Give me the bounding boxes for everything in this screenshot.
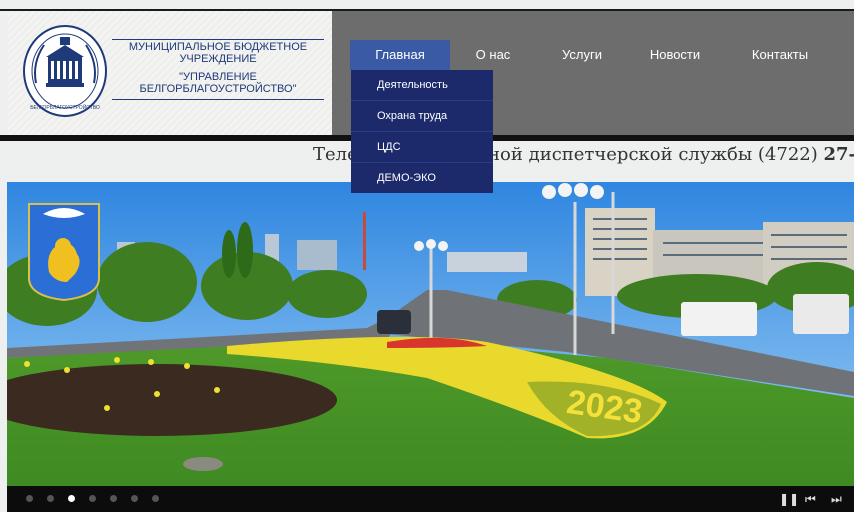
dropdown-item-demo-eco[interactable]: ДЕМО-ЭКО bbox=[351, 163, 493, 193]
org-name-line3: "УПРАВЛЕНИЕ БЕЛГОРБЛАГОУСТРОЙСТВО" bbox=[139, 71, 297, 95]
org-divider-top bbox=[112, 39, 324, 40]
slider-dot-active[interactable] bbox=[68, 495, 75, 502]
slider-dot[interactable] bbox=[131, 495, 138, 502]
phone-number[interactable]: 27-02 bbox=[823, 144, 854, 165]
pause-icon[interactable]: ❚❚ bbox=[779, 491, 799, 507]
slider-dot[interactable] bbox=[26, 495, 33, 502]
logo-panel: БЕЛГОРБЛАГОУСТРОЙСТВО МУНИЦИПАЛЬНОЕ БЮДЖ… bbox=[8, 11, 332, 135]
org-name-line1: МУНИЦИПАЛЬНОЕ БЮДЖЕТНОЕ bbox=[128, 41, 308, 53]
image-slider[interactable]: 2023 ❚❚ ⏮ ⏭ bbox=[7, 182, 854, 512]
next-icon[interactable]: ⏭ bbox=[831, 491, 842, 507]
slider-dot[interactable] bbox=[110, 495, 117, 502]
top-border bbox=[0, 0, 854, 11]
nav-item-services[interactable]: Услуги bbox=[536, 40, 628, 70]
slider-dot[interactable] bbox=[152, 495, 159, 502]
nav-item-news[interactable]: Новости bbox=[628, 40, 722, 70]
dropdown-item-cds[interactable]: ЦДС bbox=[351, 132, 493, 163]
prev-icon[interactable]: ⏮ bbox=[805, 491, 816, 507]
org-name-line2: УЧРЕЖДЕНИЕ bbox=[179, 53, 257, 65]
dropdown-menu: Деятельность Охрана труда ЦДС ДЕМО-ЭКО bbox=[351, 70, 493, 193]
dropdown-item-activity[interactable]: Деятельность bbox=[351, 70, 493, 101]
slider-controls: ❚❚ ⏮ ⏭ bbox=[7, 486, 854, 512]
slide-image: 2023 bbox=[7, 182, 854, 486]
slider-dots bbox=[26, 495, 159, 502]
dropdown-item-labor-safety[interactable]: Охрана труда bbox=[351, 101, 493, 132]
organization-name: МУНИЦИПАЛЬНОЕ БЮДЖЕТНОЕ УЧРЕЖДЕНИЕ "УПРА… bbox=[112, 41, 324, 95]
emblem-ring-text: БЕЛГОРБЛАГОУСТРОЙСТВО bbox=[30, 103, 100, 111]
nav-item-contacts[interactable]: Контакты bbox=[722, 40, 838, 70]
slider-dot[interactable] bbox=[47, 495, 54, 502]
nav-item-about[interactable]: О нас bbox=[450, 40, 536, 70]
organization-emblem[interactable]: БЕЛГОРБЛАГОУСТРОЙСТВО bbox=[22, 23, 108, 119]
main-nav: Главная О нас Услуги Новости Контакты bbox=[350, 40, 838, 70]
slider-dot[interactable] bbox=[89, 495, 96, 502]
nav-item-home[interactable]: Главная bbox=[350, 40, 450, 70]
coat-of-arms-icon bbox=[28, 203, 100, 302]
org-divider-bottom bbox=[112, 99, 324, 100]
